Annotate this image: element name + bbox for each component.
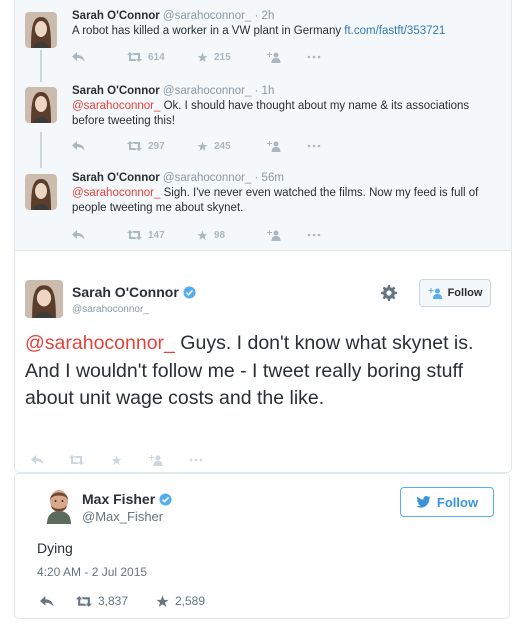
verified-badge-icon (183, 285, 196, 299)
retweet-icon (127, 230, 142, 240)
author-name[interactable]: Sarah O'Connor (72, 85, 160, 97)
author-name[interactable]: Sarah O'Connor (72, 10, 160, 22)
tweet-text: @sarahoconnor_ Sigh. I've never even wat… (72, 187, 479, 214)
retweet-count: 297 (148, 140, 165, 152)
author-name[interactable]: Max Fisher (82, 491, 172, 507)
favorite-icon (156, 595, 169, 607)
retweet-count: 614 (148, 51, 165, 63)
follow-icon (428, 287, 442, 299)
more-button[interactable] (307, 55, 321, 59)
author-handle[interactable]: @Max_Fisher (82, 509, 163, 524)
favorite-count: 245 (214, 140, 231, 152)
retweet-button[interactable]: 297 (127, 141, 197, 152)
reply-button[interactable] (72, 141, 127, 151)
favorite-icon (197, 140, 208, 151)
bird-icon (416, 496, 431, 508)
retweet-icon (127, 52, 142, 62)
tweet-actions (31, 452, 203, 468)
retweet-button[interactable]: 147 (127, 230, 197, 241)
favorite-count: 98 (214, 229, 226, 241)
tweet-actions: 3,837 2,589 (40, 593, 205, 609)
favorite-button[interactable]: 215 (197, 52, 267, 63)
more-icon (307, 55, 321, 59)
author-name[interactable]: Sarah O'Connor (72, 172, 160, 184)
follow-icon (267, 140, 281, 152)
retweet-count: 147 (148, 229, 165, 241)
retweet-button[interactable]: 614 (127, 52, 197, 63)
follow-button[interactable]: Follow (419, 279, 491, 307)
more-button[interactable] (307, 144, 321, 148)
avatar[interactable] (25, 280, 63, 318)
gear-button[interactable] (381, 285, 397, 306)
retweet-icon (69, 455, 84, 465)
reply-icon (31, 455, 44, 465)
favorite-icon (197, 229, 208, 240)
mention-link[interactable]: @sarahoconnor_ (72, 187, 160, 199)
reply-icon (72, 230, 85, 240)
mention-link[interactable]: @sarahoconnor_ (72, 100, 160, 112)
tweet-embed: Sarah O'Connor @sarahoconnor_ · 2h A rob… (14, 0, 512, 473)
favorite-icon (197, 51, 208, 62)
tweet-text: A robot has killed a worker in a VW plan… (72, 25, 446, 37)
favorite-button[interactable]: 245 (197, 141, 267, 152)
timestamp[interactable]: 4:20 AM - 2 Jul 2015 (37, 565, 147, 579)
author-handle[interactable]: @sarahoconnor_ (163, 172, 251, 184)
timestamp[interactable]: · 1h (255, 85, 275, 97)
follow-action[interactable] (267, 140, 307, 152)
favorite-button[interactable] (111, 454, 149, 466)
mention-link[interactable]: @sarahoconnor_ (25, 332, 175, 354)
avatar[interactable] (39, 484, 79, 524)
reply-button[interactable] (72, 52, 127, 62)
tweet-link[interactable]: ft.com/fastft/353721 (344, 25, 445, 37)
retweet-count: 3,837 (98, 594, 129, 608)
reply-button[interactable] (72, 230, 127, 240)
retweet-button[interactable]: 3,837 (76, 594, 156, 608)
favorite-icon (111, 454, 122, 465)
author-handle[interactable]: @sarahoconnor_ (163, 10, 251, 22)
follow-button[interactable]: Follow (400, 487, 494, 517)
author-handle[interactable]: @sarahoconnor_ (72, 304, 149, 315)
favorite-button[interactable]: 2,589 (156, 594, 205, 608)
conversation-tweet[interactable]: Sarah O'Connor @sarahoconnor_ · 56m @sar… (15, 166, 511, 250)
author-handle[interactable]: @sarahoconnor_ (163, 85, 251, 97)
retweet-icon (127, 141, 142, 151)
reply-button[interactable] (40, 595, 76, 607)
retweet-icon (76, 595, 92, 607)
tweet-text: @sarahoconnor_ Ok. I should have thought… (72, 100, 470, 127)
favorite-count: 215 (214, 51, 231, 63)
favorite-count: 2,589 (175, 594, 206, 608)
follow-icon (149, 454, 163, 466)
favorite-button[interactable]: 98 (197, 230, 267, 241)
retweet-button[interactable] (69, 455, 111, 465)
reply-button[interactable] (31, 455, 69, 465)
conversation-thread: Sarah O'Connor @sarahoconnor_ · 2h A rob… (15, 0, 511, 251)
more-button[interactable] (189, 458, 203, 462)
author-name[interactable]: Sarah O'Connor (72, 284, 196, 300)
more-icon (307, 144, 321, 148)
follow-icon (267, 229, 281, 241)
avatar[interactable] (25, 12, 57, 48)
reply-icon (72, 52, 85, 62)
verified-badge-icon (159, 492, 172, 506)
follow-action[interactable] (149, 454, 189, 466)
conversation-tweet[interactable]: Sarah O'Connor @sarahoconnor_ · 1h @sara… (15, 80, 511, 166)
embedded-tweet-card[interactable]: Max Fisher @Max_Fisher Follow Dying 4:20… (14, 473, 510, 619)
avatar[interactable] (25, 87, 57, 123)
reply-icon (40, 595, 54, 606)
more-button[interactable] (307, 233, 321, 237)
conversation-tweet[interactable]: Sarah O'Connor @sarahoconnor_ · 2h A rob… (15, 0, 511, 80)
timestamp[interactable]: · 56m (255, 172, 284, 184)
gear-icon (381, 285, 397, 301)
follow-icon (267, 51, 281, 63)
tweet-text: @sarahoconnor_ Guys. I don't know what s… (25, 332, 474, 409)
follow-action[interactable] (267, 229, 307, 241)
tweet-text: Dying (37, 540, 73, 556)
reply-icon (72, 141, 85, 151)
avatar[interactable] (25, 174, 57, 210)
more-icon (307, 233, 321, 237)
more-icon (189, 458, 203, 462)
timestamp[interactable]: · 2h (255, 10, 275, 22)
follow-action[interactable] (267, 51, 307, 63)
